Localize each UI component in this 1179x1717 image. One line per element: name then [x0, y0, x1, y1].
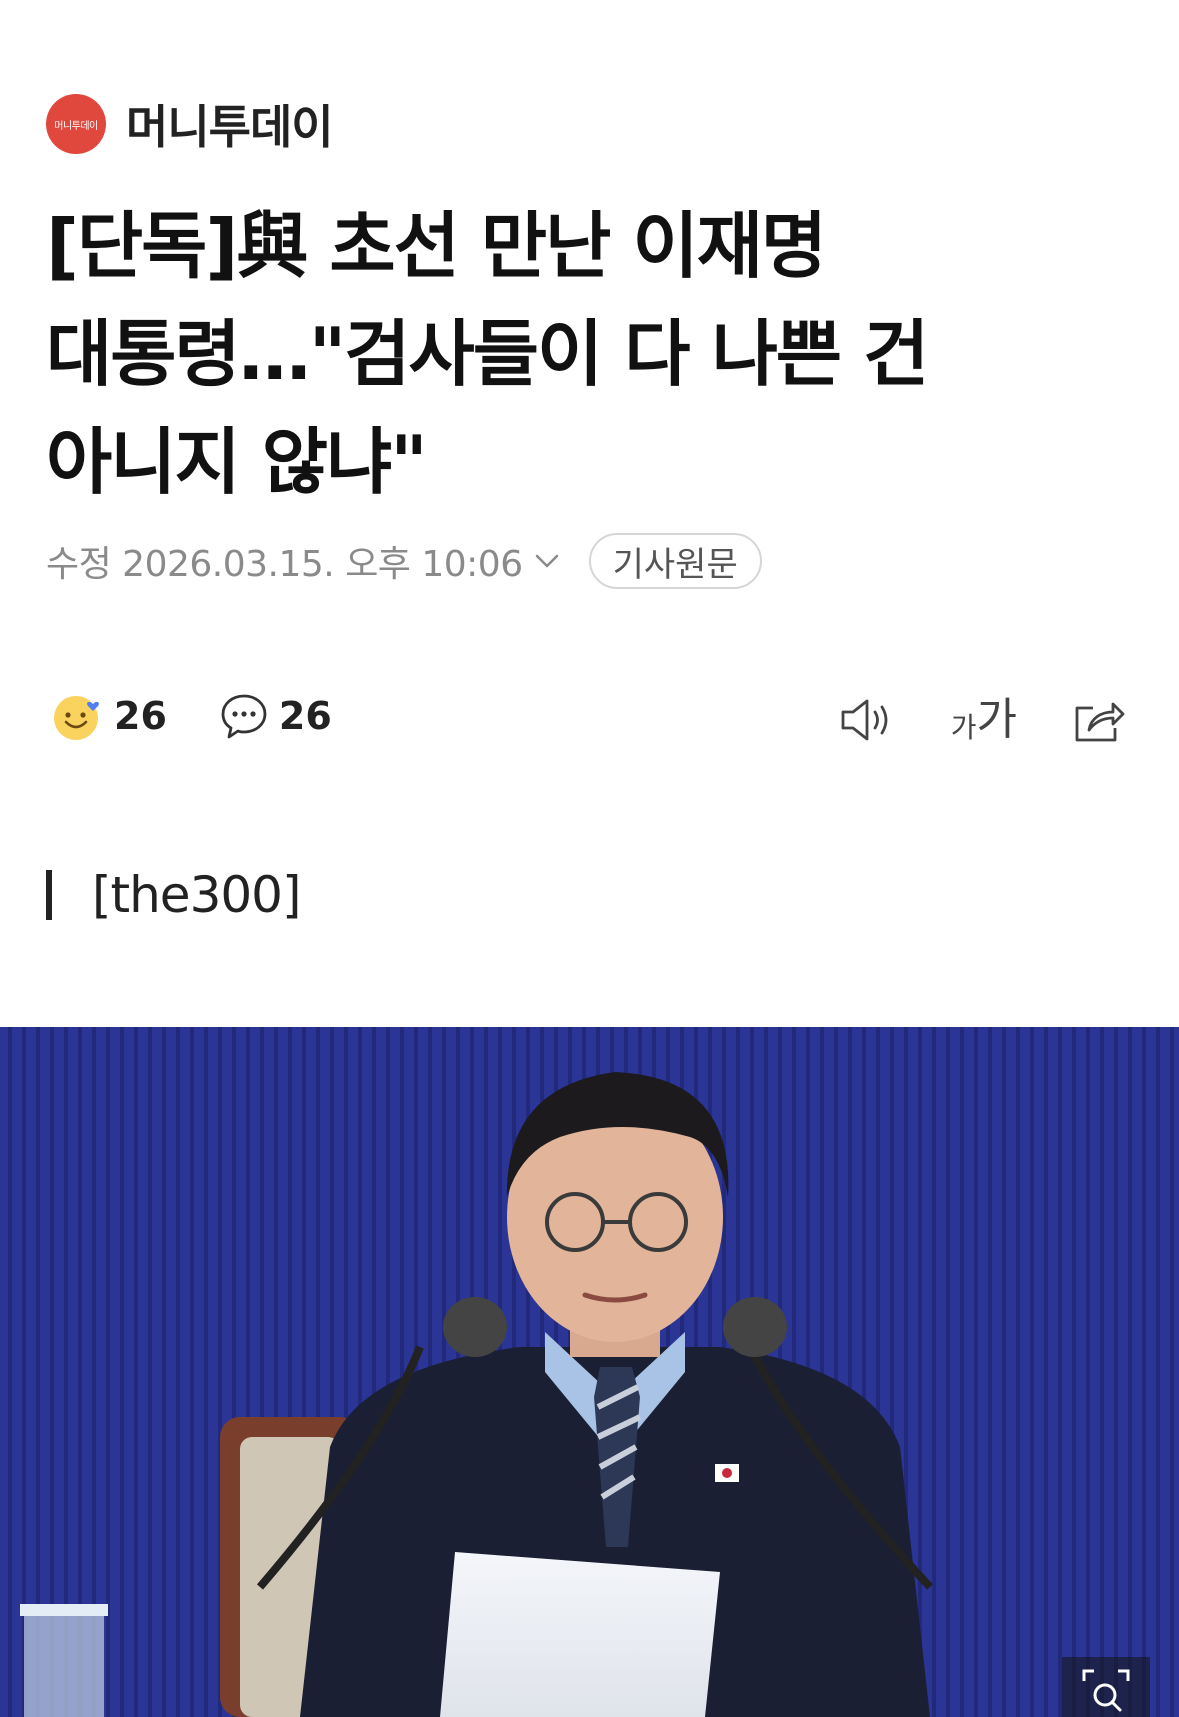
photo-zoom-button[interactable] [1062, 1657, 1150, 1717]
zoom-icon [1082, 1669, 1130, 1712]
article-date: 수정 2026.03.15. 오후 10:06 [46, 544, 523, 585]
share-icon[interactable] [1071, 694, 1127, 746]
font-size-large-label: 가 [976, 694, 1017, 745]
subheading-bar [46, 870, 52, 920]
smile-reaction-icon [54, 696, 99, 740]
article-title: [단독]與 초선 만난 이재명 대통령…"검사들이 다 나쁜 건 아니지 않냐" [46, 204, 929, 504]
original-article-button[interactable]: 기사원문 [588, 533, 762, 589]
comment-button[interactable]: 26 [219, 691, 332, 741]
photo-illustration [0, 1027, 1179, 1717]
chevron-down-icon[interactable] [533, 547, 561, 575]
article-meta: 수정 2026.03.15. 오후 10:06 기사원문 [46, 530, 762, 592]
article-subheading: [the300] [46, 865, 302, 925]
publisher-name[interactable]: 머니투데이 [126, 91, 334, 157]
article-tools: 가 가 [839, 690, 1127, 750]
publisher-logo-text: 머니투데이 [54, 120, 98, 132]
reaction-count: 26 [114, 694, 167, 738]
font-size-button[interactable]: 가 가 [951, 698, 1017, 742]
subheading-text: [the300] [92, 866, 302, 924]
font-size-small-label: 가 [950, 711, 977, 744]
publisher-logo: 머니투데이 [46, 94, 106, 154]
reaction-button[interactable]: 26 [52, 690, 167, 742]
comment-count: 26 [278, 694, 332, 738]
article-photo[interactable] [0, 1027, 1179, 1717]
speaker-icon[interactable] [839, 695, 897, 745]
article-actions: 26 26 [52, 686, 332, 746]
comment-icon [221, 694, 267, 739]
publisher-header[interactable]: 머니투데이 머니투데이 [46, 91, 334, 157]
